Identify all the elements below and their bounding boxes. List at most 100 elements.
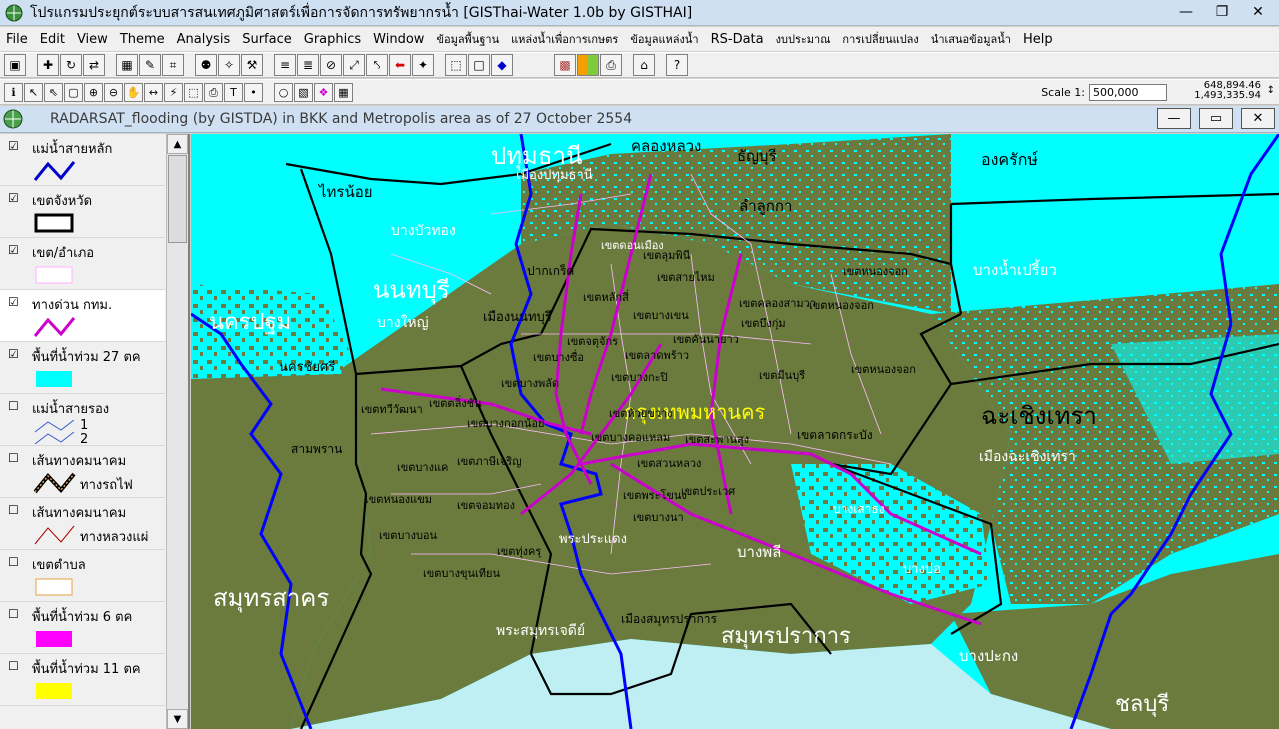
legend-flood-6oct[interactable]: ☐ พื้นที่น้ำท่วม 6 ตค bbox=[0, 602, 165, 654]
hammer-icon[interactable]: ⚒ bbox=[241, 54, 263, 76]
checkbox-checked[interactable]: ☑ bbox=[8, 296, 21, 309]
locate-icon[interactable]: ✧ bbox=[218, 54, 240, 76]
checkbox-unchecked[interactable]: ☐ bbox=[8, 556, 21, 569]
legend-expressway[interactable]: ☑ ทางด่วน กทม. bbox=[0, 290, 165, 342]
label-thaweewatthana: เขตทวีวัฒนา bbox=[361, 403, 423, 416]
menu-water-data[interactable]: ข้อมูลแหล่งน้ำ bbox=[624, 30, 704, 48]
checkbox-unchecked[interactable]: ☐ bbox=[8, 608, 21, 621]
view-maximize-button[interactable]: ▭ bbox=[1199, 108, 1233, 129]
save-icon[interactable]: ▣ bbox=[4, 54, 26, 76]
select-box-icon[interactable]: ⬚ bbox=[445, 54, 467, 76]
scroll-up-icon[interactable]: ▲ bbox=[167, 134, 188, 154]
view-minimize-button[interactable]: — bbox=[1157, 108, 1191, 129]
menu-agri-water[interactable]: แหล่งน้ำเพื่อการเกษตร bbox=[505, 30, 624, 48]
pan-icon[interactable]: ✋ bbox=[124, 82, 143, 102]
restore-button[interactable]: ❐ bbox=[1207, 2, 1237, 22]
query-icon[interactable]: ≡ bbox=[274, 54, 296, 76]
zoom-out-icon[interactable]: ⊖ bbox=[104, 82, 123, 102]
menu-change[interactable]: การเปลี่ยนแปลง bbox=[836, 30, 924, 48]
label-mueangchacheong: เมืองฉะเชิงเทรา bbox=[979, 449, 1076, 465]
image-icon[interactable]: ▧ bbox=[294, 82, 313, 102]
find-icon[interactable]: ⚉ bbox=[195, 54, 217, 76]
back-arrow-icon[interactable]: ⬅ bbox=[389, 54, 411, 76]
query-select-icon[interactable]: ≣ bbox=[297, 54, 319, 76]
legend-province[interactable]: ☑ เขตจังหวัด bbox=[0, 186, 165, 238]
help-pointer-icon[interactable]: ? bbox=[666, 54, 688, 76]
print-icon[interactable]: ⎙ bbox=[600, 54, 622, 76]
symbols-icon[interactable]: ❖ bbox=[314, 82, 333, 102]
legend-district[interactable]: ☑ เขต/อำเภอ bbox=[0, 238, 165, 290]
area-select-icon[interactable]: ⬚ bbox=[184, 82, 203, 102]
vertex-pointer-icon[interactable]: ⇖ bbox=[44, 82, 63, 102]
checkbox-checked[interactable]: ☑ bbox=[8, 244, 21, 257]
hotlink-icon[interactable]: ⚡ bbox=[164, 82, 183, 102]
zoom-theme-icon[interactable]: ⤣ bbox=[366, 54, 388, 76]
text-icon[interactable]: T bbox=[224, 82, 243, 102]
subdistrict-boundary-icon bbox=[35, 578, 73, 596]
legend-subdistrict[interactable]: ☐ เขตตำบล bbox=[0, 550, 165, 602]
scale-input[interactable] bbox=[1089, 84, 1167, 101]
grid-icon[interactable]: ▦ bbox=[334, 82, 353, 102]
view-close-button[interactable]: ✕ bbox=[1241, 108, 1275, 129]
legend-highway[interactable]: ☐ เส้นทางคมนาคม ทางหลวงแผ่ bbox=[0, 498, 165, 550]
menu-rs-data[interactable]: RS-Data bbox=[705, 32, 770, 47]
minimize-button[interactable]: — bbox=[1171, 2, 1201, 22]
menu-present[interactable]: นำเสนอข้อมูลน้ำ bbox=[925, 30, 1017, 48]
move-icon[interactable]: ✦ bbox=[412, 54, 434, 76]
select-rect-icon[interactable]: ▢ bbox=[64, 82, 83, 102]
checkbox-unchecked[interactable]: ☐ bbox=[8, 400, 21, 413]
label-icon[interactable]: ⎙ bbox=[204, 82, 223, 102]
menu-basic-data[interactable]: ข้อมูลพื้นฐาน bbox=[430, 30, 505, 48]
menu-theme[interactable]: Theme bbox=[114, 32, 171, 47]
point-icon[interactable]: • bbox=[244, 82, 263, 102]
checkbox-unchecked[interactable]: ☐ bbox=[8, 452, 21, 465]
label-bangphli: บางพลี bbox=[737, 543, 782, 561]
legend-scrollbar[interactable]: ▲ ▼ bbox=[166, 134, 188, 729]
zoom-in-icon[interactable]: ⊕ bbox=[84, 82, 103, 102]
menu-surface[interactable]: Surface bbox=[236, 32, 298, 47]
add-theme-icon[interactable]: ✚ bbox=[37, 54, 59, 76]
legend-main-river[interactable]: ☑ แม่น้ำสายหลัก bbox=[0, 134, 165, 186]
map-canvas[interactable]: ปทุมธานี คลองหลวง ธัญบุรี เมืองปทุมธานี … bbox=[191, 134, 1279, 729]
menu-view[interactable]: View bbox=[71, 32, 114, 47]
zoom-full-icon[interactable]: ⤢ bbox=[343, 54, 365, 76]
label-bangna: เขตบางนา bbox=[633, 511, 684, 524]
theme-color-icon[interactable]: ▩ bbox=[554, 54, 576, 76]
legend-secondary-river[interactable]: ☐ แม่น้ำสายรอง 1 2 bbox=[0, 394, 165, 447]
menu-graphics[interactable]: Graphics bbox=[298, 32, 367, 47]
menu-analysis[interactable]: Analysis bbox=[171, 32, 237, 47]
swap-icon[interactable]: ⇄ bbox=[83, 54, 105, 76]
refresh-icon[interactable]: ↻ bbox=[60, 54, 82, 76]
circle-draw-icon[interactable]: ○ bbox=[274, 82, 293, 102]
legend-railway[interactable]: ☐ เส้นทางคมนาคม ทางรถไฟ bbox=[0, 446, 165, 498]
pointer-icon[interactable]: ↖ bbox=[24, 82, 43, 102]
label-phasicharoen: เขตภาษีเจริญ bbox=[457, 455, 522, 468]
label-khlongluang: คลองหลวง bbox=[631, 137, 702, 155]
edit-icon[interactable]: ✎ bbox=[139, 54, 161, 76]
palette-icon[interactable] bbox=[577, 54, 599, 76]
menu-window[interactable]: Window bbox=[367, 32, 430, 47]
menu-file[interactable]: File bbox=[0, 32, 34, 47]
identify-icon[interactable]: ℹ bbox=[4, 82, 23, 102]
diamond-icon[interactable]: ◆ bbox=[491, 54, 513, 76]
measure-icon[interactable]: ↔ bbox=[144, 82, 163, 102]
table-icon[interactable]: ▦ bbox=[116, 54, 138, 76]
layout-icon[interactable]: ⌂ bbox=[633, 54, 655, 76]
checkbox-checked[interactable]: ☑ bbox=[8, 348, 21, 361]
menu-budget[interactable]: งบประมาณ bbox=[770, 30, 837, 48]
clear-select-icon[interactable]: ⊘ bbox=[320, 54, 342, 76]
checkbox-checked[interactable]: ☑ bbox=[8, 192, 21, 205]
menu-edit[interactable]: Edit bbox=[34, 32, 71, 47]
scroll-down-icon[interactable]: ▼ bbox=[167, 709, 188, 729]
legend-flood-11oct[interactable]: ☐ พื้นที่น้ำท่วม 11 ตค bbox=[0, 654, 165, 706]
frame-icon[interactable]: □ bbox=[468, 54, 490, 76]
app-globe-icon bbox=[5, 4, 23, 21]
checkbox-unchecked[interactable]: ☐ bbox=[8, 660, 21, 673]
calculator-icon[interactable]: ⌗ bbox=[162, 54, 184, 76]
checkbox-unchecked[interactable]: ☐ bbox=[8, 504, 21, 517]
legend-flood-27oct[interactable]: ☑ พื้นที่น้ำท่วม 27 ตค bbox=[0, 342, 165, 394]
close-button[interactable]: ✕ bbox=[1243, 2, 1273, 22]
scroll-thumb[interactable] bbox=[168, 155, 187, 243]
menu-help[interactable]: Help bbox=[1017, 32, 1059, 47]
checkbox-checked[interactable]: ☑ bbox=[8, 140, 21, 153]
